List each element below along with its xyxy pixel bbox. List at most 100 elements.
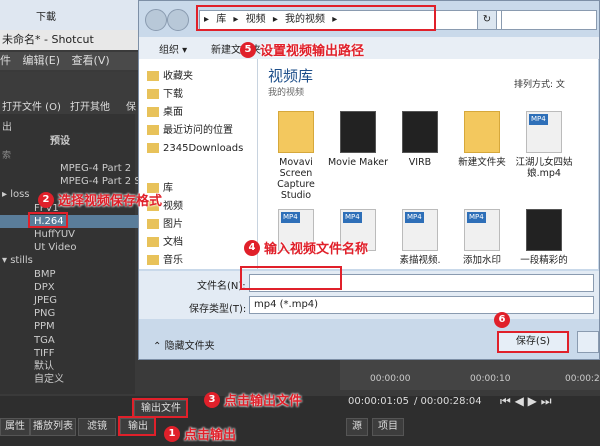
tab-properties[interactable]: 属性: [0, 418, 30, 436]
file-item[interactable]: 江湖儿女四姑娘.mp4: [512, 111, 576, 179]
explorer-strip: 下載: [0, 0, 150, 30]
nav-2345downloads[interactable]: 2345Downloads: [147, 141, 243, 157]
save-button-short[interactable]: 保: [126, 98, 136, 113]
file-name: Movie Maker: [327, 157, 389, 168]
format-item[interactable]: ▾ stills: [0, 254, 137, 267]
preset-header: 预设: [50, 136, 70, 147]
format-item[interactable]: 自定义: [0, 373, 169, 386]
nav-recent[interactable]: 最近访问的位置: [147, 123, 233, 139]
ruler-1: 00:00:10: [470, 374, 511, 384]
forward-icon[interactable]: [167, 9, 189, 31]
library-subtitle: 我的视频: [268, 88, 305, 98]
panel-search[interactable]: 索: [2, 148, 11, 161]
file-name: Movavi Screen Capture Studio: [277, 157, 315, 201]
panel-header-left: 出: [2, 122, 12, 133]
library-title: 视频库: [268, 67, 314, 85]
annotation-step-4: 4 输入视频文件名称: [244, 238, 368, 257]
video-file-icon: [402, 111, 438, 153]
file-item[interactable]: 一段精彩的: [512, 209, 576, 266]
file-name: VIRB: [408, 157, 432, 168]
annotation-step-5: 5 设置视频输出路径: [240, 40, 364, 59]
nav-desktop[interactable]: 桌面: [147, 105, 183, 121]
open-other-button[interactable]: 打开其他: [70, 98, 110, 113]
file-item[interactable]: Movavi Screen Capture Studio: [264, 111, 328, 201]
filetype-select[interactable]: mp4 (*.mp4): [249, 296, 594, 314]
tab-source[interactable]: 源: [346, 418, 368, 436]
annotation-box-exportfile: [132, 398, 188, 418]
export-panel: 出 预设 索 MPEG-4 Part 2 MPEG-4 Part 2 SP ▸ lo…: [0, 114, 169, 394]
file-item[interactable]: 新建文件夹: [450, 111, 514, 168]
nav-documents[interactable]: 文档: [147, 235, 183, 251]
shotcut-title: 未命名* - Shotcut: [0, 30, 150, 50]
save-dialog: ▸ 库 ▸ 视频 ▸ 我的视频 ▸ ↻ 组织 ▾ 新建文件夹 收藏夹 下载 桌面…: [138, 0, 600, 360]
chevron-up-icon: ⌃: [153, 341, 162, 352]
nav-music[interactable]: 音乐: [147, 253, 183, 269]
folder-icon: [147, 107, 159, 117]
annotation-box-export: [118, 416, 156, 436]
ruler-2: 00:00:20: [565, 374, 600, 384]
file-name: 添加水印: [462, 255, 501, 266]
explorer-folder-label[interactable]: 下載: [36, 8, 56, 23]
video-file-icon: [340, 111, 376, 153]
save-form: 文件名(N): 保存类型(T): mp4 (*.mp4): [139, 271, 599, 319]
nav-pane: 收藏夹 下载 桌面 最近访问的位置 2345Downloads 库 视频 图片 …: [139, 59, 258, 269]
file-item[interactable]: 素描视频.: [388, 209, 452, 266]
file-item[interactable]: Movie Maker: [326, 111, 390, 168]
nav-pictures[interactable]: 图片: [147, 217, 183, 233]
timecode-current: 00:00:01:05: [348, 396, 410, 407]
timeline-ruler: 00:00:00 00:00:10 00:00:20: [340, 360, 600, 390]
menu-edit[interactable]: 编辑(E): [23, 52, 61, 70]
cancel-button[interactable]: [577, 331, 599, 353]
star-icon: [147, 71, 159, 81]
folder-icon: [278, 111, 314, 153]
annotation-step-3: 3 点击输出文件: [204, 390, 302, 409]
search-input[interactable]: [501, 10, 597, 30]
save-button[interactable]: 保存(S): [497, 331, 569, 353]
annotation-step-2: 2 选择视频保存格式: [38, 190, 162, 209]
video-file-icon: [402, 209, 438, 251]
refresh-icon[interactable]: ↻: [477, 10, 497, 30]
video-file-icon: [526, 209, 562, 251]
annotation-step-1: 1 点击输出: [164, 424, 236, 443]
folder-icon: [147, 255, 159, 265]
menu-view[interactable]: 查看(V): [72, 52, 110, 70]
filename-label: 文件名(N):: [197, 281, 246, 292]
folder-icon: [147, 125, 159, 135]
file-name: 新建文件夹: [458, 157, 506, 168]
playback-controls-icon[interactable]: ⏮ ◀ ▶ ⏭: [500, 394, 552, 409]
video-file-icon: [526, 111, 562, 153]
open-file-button[interactable]: 打开文件 (O): [2, 98, 61, 113]
hide-folders-toggle[interactable]: ⌃ 隐藏文件夹: [153, 337, 215, 352]
folder-icon: [147, 219, 159, 229]
tab-playlist[interactable]: 播放列表: [30, 418, 76, 436]
back-icon[interactable]: [145, 9, 167, 31]
file-item[interactable]: VIRB: [388, 111, 452, 168]
tab-filters[interactable]: 滤镜: [78, 418, 116, 436]
folder-icon: [147, 237, 159, 247]
file-name: 一段精彩的: [520, 255, 568, 266]
folder-icon: [147, 143, 159, 153]
annotation-box-format: [28, 212, 68, 228]
file-item[interactable]: 添加水印: [450, 209, 514, 266]
annotation-box-path: [196, 5, 436, 31]
arrange-by[interactable]: 排列方式: 文: [514, 77, 565, 90]
filetype-label: 保存类型(T):: [189, 304, 247, 315]
file-name: 素描视频.: [399, 255, 441, 266]
nav-downloads[interactable]: 下载: [147, 87, 183, 103]
format-item[interactable]: 默认: [0, 360, 169, 373]
folder-icon: [147, 89, 159, 99]
nav-favorites[interactable]: 收藏夹: [147, 69, 193, 85]
annotation-box-filename: [240, 266, 342, 290]
timecode-total: / 00:00:28:04: [414, 396, 482, 407]
folder-icon: [464, 111, 500, 153]
organize-button[interactable]: 组织 ▾: [159, 41, 187, 56]
shotcut-menu: 件 编辑(E) 查看(V) 设置: [0, 52, 150, 85]
video-file-icon: [464, 209, 500, 251]
dialog-toolbar: 组织 ▾ 新建文件夹: [139, 37, 599, 60]
annotation-step-6: 6: [494, 312, 514, 328]
ruler-0: 00:00:00: [370, 374, 411, 384]
menu-file[interactable]: 件: [0, 52, 11, 70]
file-name: 江湖儿女四姑娘.mp4: [515, 157, 573, 179]
tab-project[interactable]: 项目: [372, 418, 404, 436]
shotcut-toolbar: 打开文件 (O) 打开其他 保: [0, 72, 145, 114]
